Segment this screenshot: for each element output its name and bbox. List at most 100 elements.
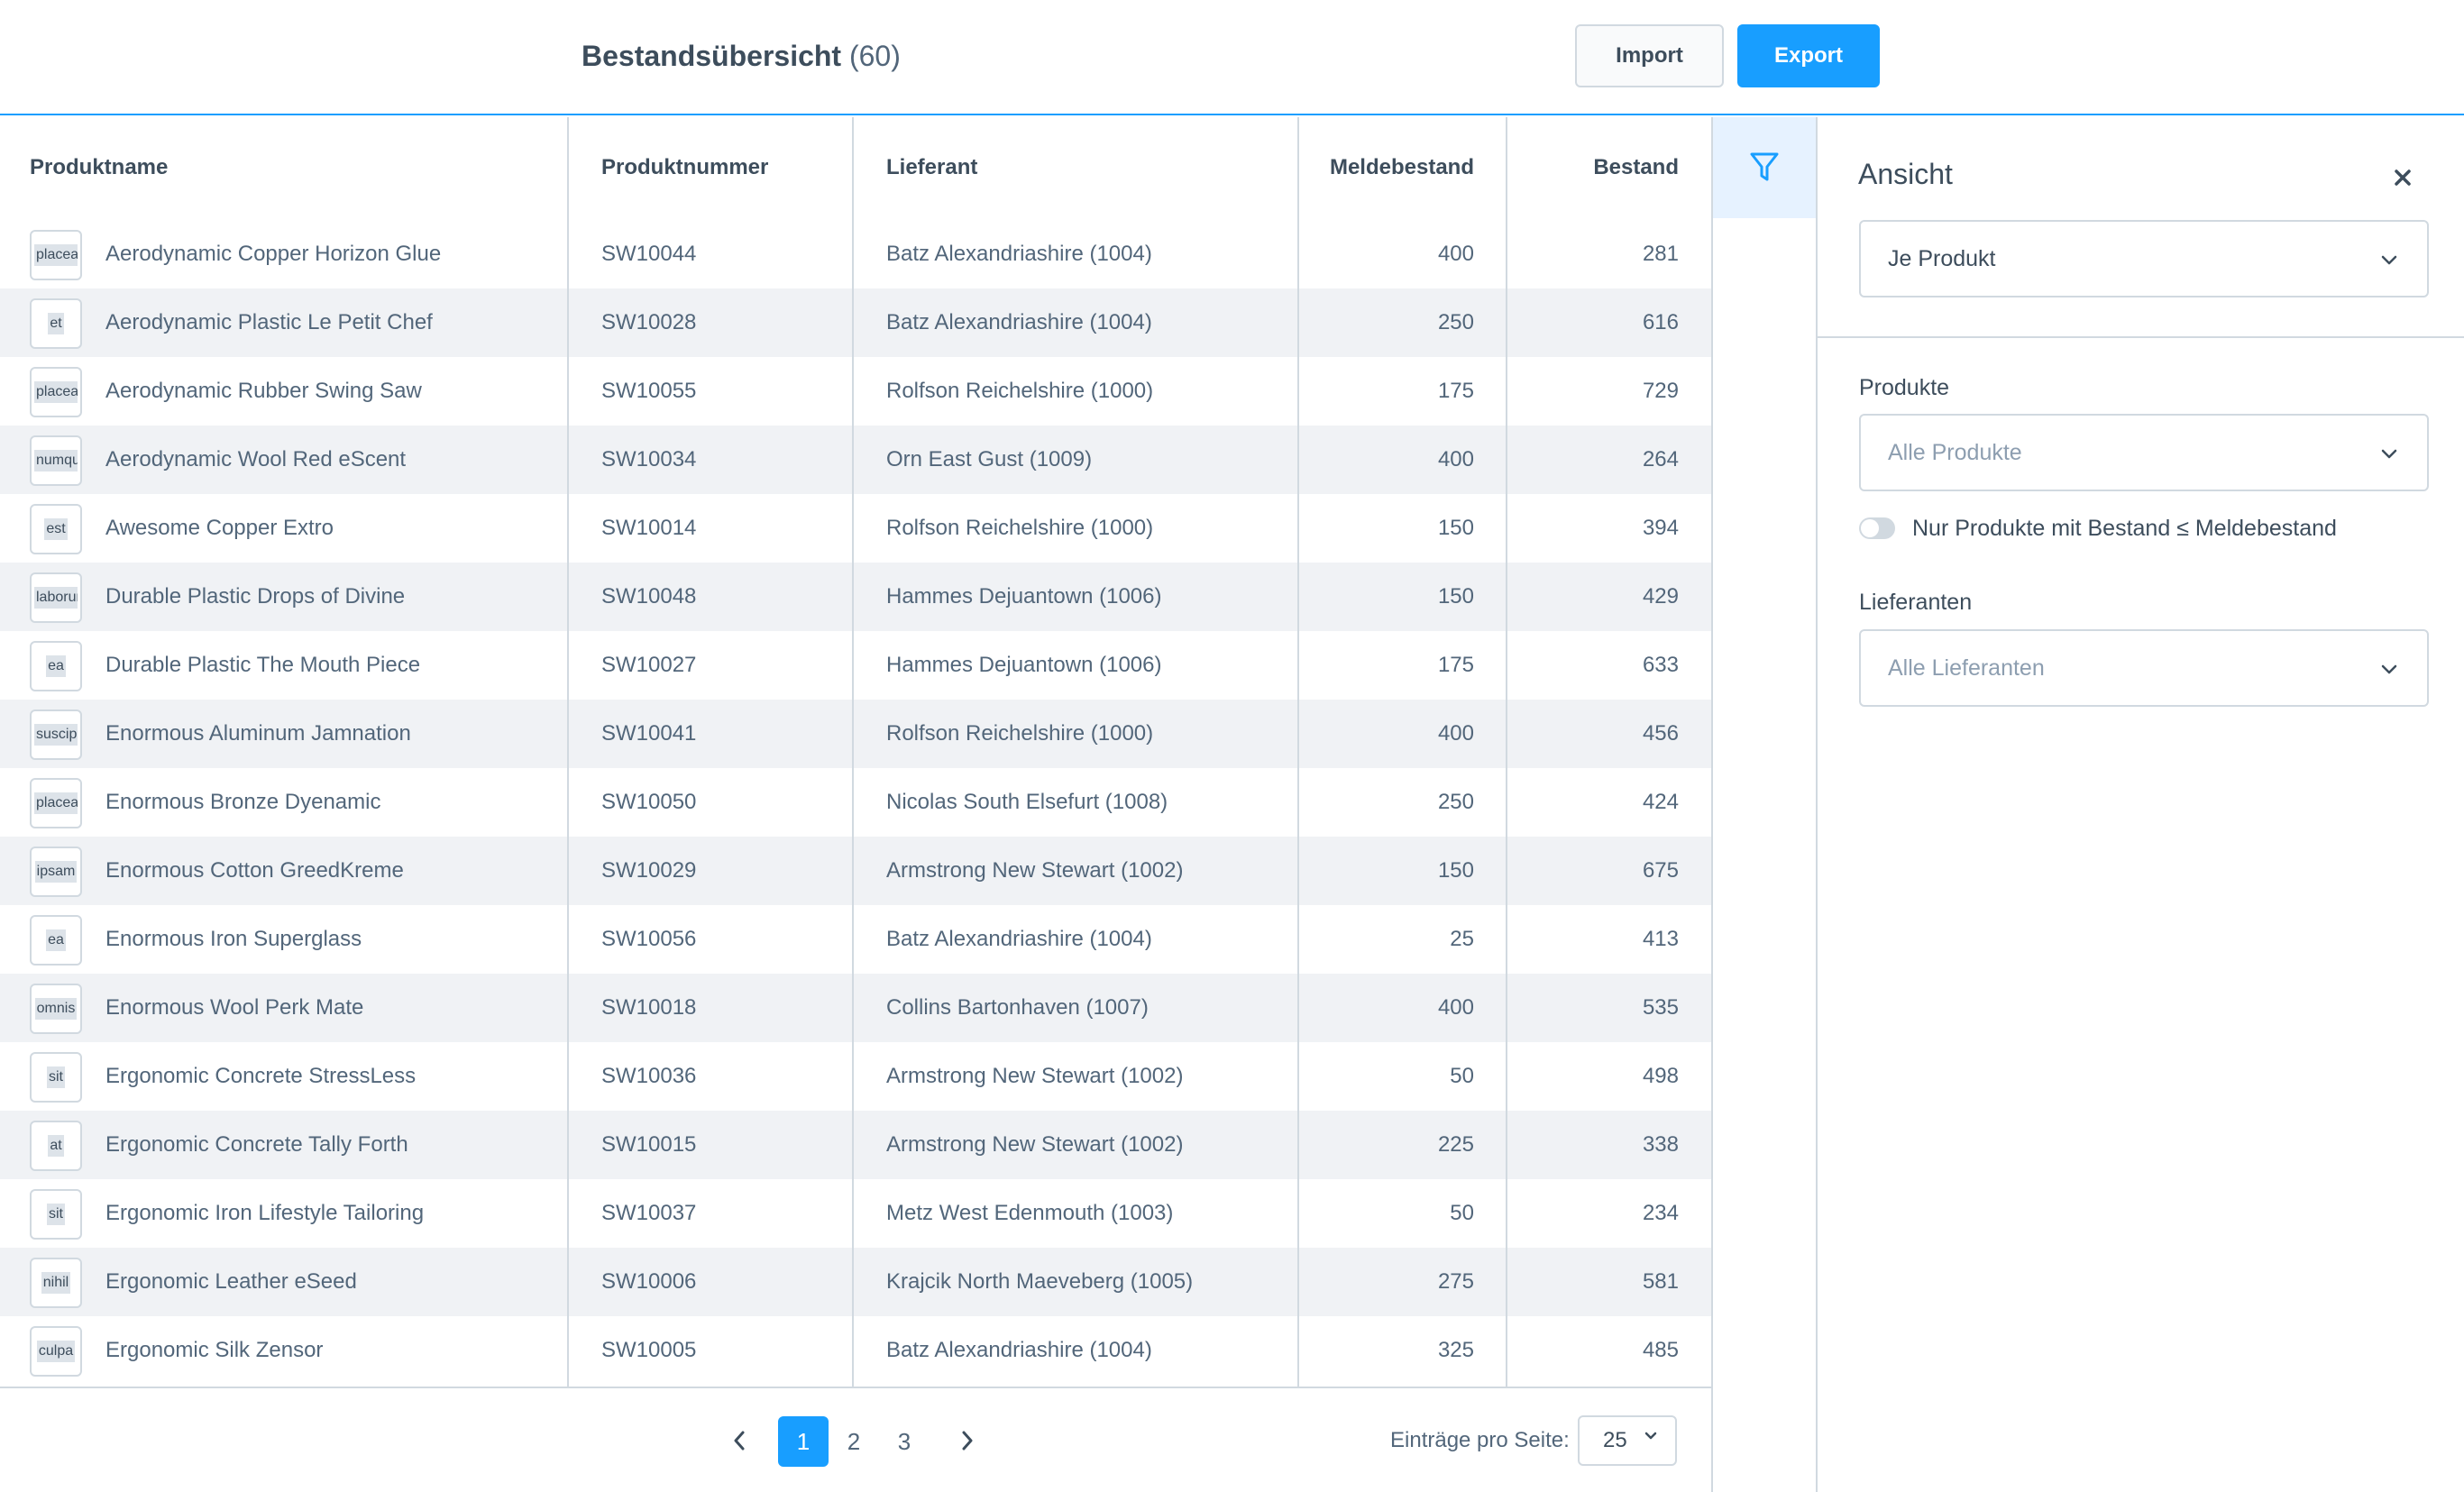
min-stock: 50	[1450, 1064, 1474, 1088]
product-thumbnail-text: sit	[47, 1204, 65, 1225]
low-stock-toggle-label: Nur Produkte mit Bestand ≤ Meldebestand	[1912, 516, 2337, 541]
product-name: Aerodynamic Plastic Le Petit Chef	[105, 310, 433, 334]
column-header-stock[interactable]: Bestand	[1507, 117, 1679, 218]
product-name: Enormous Iron Superglass	[105, 927, 362, 951]
supplier: Rolfson Reichelshire (1000)	[886, 379, 1154, 403]
product-number: SW10028	[601, 310, 697, 334]
product-thumbnail-text: ea	[46, 929, 66, 951]
per-page-label: Einträge pro Seite:	[1390, 1428, 1570, 1452]
product-thumbnail: ipsam	[30, 847, 82, 897]
table-row[interactable]: est Awesome Copper Extro SW10014 Rolfson Re…	[0, 494, 1711, 563]
stock-table: Produktname Produktnummer Lieferant Meld…	[0, 117, 1711, 1388]
min-stock: 325	[1437, 1338, 1474, 1362]
product-name: Ergonomic Concrete Tally Forth	[105, 1132, 408, 1157]
column-header-supplier[interactable]: Lieferant	[886, 117, 977, 218]
column-header-min-stock[interactable]: Meldebestand	[1298, 117, 1474, 218]
table-row[interactable]: placeat Aerodynamic Copper Horizon Glue SW…	[0, 220, 1711, 288]
column-divider	[852, 117, 854, 1388]
product-number: SW10041	[601, 721, 697, 746]
stock: 535	[1642, 995, 1679, 1020]
product-name: Aerodynamic Wool Red eScent	[105, 447, 407, 471]
product-number: SW10029	[601, 858, 697, 883]
min-stock: 250	[1437, 790, 1474, 814]
column-divider	[1297, 117, 1299, 1388]
page-button-3[interactable]: 3	[879, 1416, 930, 1467]
chevron-right-icon[interactable]	[947, 1417, 988, 1464]
close-icon[interactable]	[2380, 155, 2425, 200]
table-row[interactable]: placeat Aerodynamic Rubber Swing Saw SW100…	[0, 357, 1711, 426]
chevron-down-icon	[2381, 664, 2397, 674]
product-number: SW10050	[601, 790, 697, 814]
supplier: Krajcik North Maeveberg (1005)	[886, 1269, 1194, 1294]
table-row[interactable]: nihil Ergonomic Leather eSeed SW10006 Krajc…	[0, 1248, 1711, 1316]
page-button-1[interactable]: 1	[778, 1416, 829, 1467]
page-button-2[interactable]: 2	[829, 1416, 879, 1467]
product-thumbnail: suscipit	[30, 709, 82, 760]
product-name: Durable Plastic Drops of Divine	[105, 584, 406, 609]
min-stock: 400	[1437, 447, 1474, 471]
supplier: Rolfson Reichelshire (1000)	[886, 516, 1154, 540]
product-thumbnail-text: at	[48, 1135, 64, 1157]
product-name: Ergonomic Silk Zensor	[105, 1338, 324, 1362]
import-button[interactable]: Import	[1575, 24, 1724, 87]
per-page-select[interactable]: 25	[1578, 1415, 1677, 1466]
table-row[interactable]: sit Ergonomic Iron Lifestyle Tailoring SW1…	[0, 1179, 1711, 1248]
suppliers-select[interactable]: Alle Lieferanten	[1859, 629, 2429, 707]
product-thumbnail-text: est	[44, 518, 68, 540]
supplier: Batz Alexandriashire (1004)	[886, 310, 1152, 334]
view-mode-value: Je Produkt	[1888, 245, 1996, 271]
column-divider	[1506, 117, 1507, 1388]
stock: 498	[1642, 1064, 1679, 1088]
stock: 616	[1642, 310, 1679, 334]
product-number: SW10048	[601, 584, 697, 609]
column-header-product-name[interactable]: Produktname	[30, 117, 168, 218]
product-name: Enormous Aluminum Jamnation	[105, 721, 411, 746]
table-row[interactable]: ipsam Enormous Cotton GreedKreme SW10029 Ar…	[0, 837, 1711, 905]
stock: 429	[1642, 584, 1679, 609]
table-row[interactable]: at Ergonomic Concrete Tally Forth SW10015 A…	[0, 1111, 1711, 1179]
view-mode-select[interactable]: Je Produkt	[1859, 220, 2429, 297]
products-select[interactable]: Alle Produkte	[1859, 414, 2429, 491]
table-row[interactable]: numquam Aerodynamic Wool Red eScent SW1003…	[0, 426, 1711, 494]
product-name: Ergonomic Iron Lifestyle Tailoring	[105, 1201, 425, 1225]
table-row[interactable]: culpa Ergonomic Silk Zensor SW10005 Batz Al…	[0, 1316, 1711, 1385]
min-stock: 275	[1437, 1269, 1474, 1294]
product-thumbnail: omnis	[30, 984, 82, 1034]
filter-toggle-button[interactable]	[1713, 117, 1816, 218]
product-thumbnail-text: et	[48, 313, 64, 334]
supplier: Collins Bartonhaven (1007)	[886, 995, 1149, 1020]
stock: 264	[1642, 447, 1679, 471]
table-row[interactable]: omnis Enormous Wool Perk Mate SW10018 Colli…	[0, 974, 1711, 1042]
stock: 338	[1642, 1132, 1679, 1157]
page-title: Bestandsübersicht (60)	[582, 40, 901, 73]
product-thumbnail-text: laborum	[34, 587, 78, 609]
min-stock: 175	[1437, 379, 1474, 403]
stock: 456	[1642, 721, 1679, 746]
per-page-value: 25	[1603, 1428, 1627, 1452]
product-thumbnail: placeat	[30, 778, 82, 828]
low-stock-toggle[interactable]	[1859, 517, 1895, 539]
column-header-product-number[interactable]: Produktnummer	[601, 117, 768, 218]
stock: 281	[1642, 242, 1679, 266]
product-name: Enormous Wool Perk Mate	[105, 995, 364, 1020]
table-row[interactable]: laborum Durable Plastic Drops of Divine SW…	[0, 563, 1711, 631]
table-row[interactable]: et Aerodynamic Plastic Le Petit Chef SW100…	[0, 288, 1711, 357]
table-row[interactable]: placeat Enormous Bronze Dyenamic SW10050 Ni…	[0, 768, 1711, 837]
min-stock: 400	[1437, 995, 1474, 1020]
min-stock: 150	[1437, 516, 1474, 540]
product-count: (60)	[848, 40, 901, 72]
table-row[interactable]: suscipit Enormous Aluminum Jamnation SW100…	[0, 700, 1711, 768]
table-row[interactable]: ea Enormous Iron Superglass SW10056 Batz Al…	[0, 905, 1711, 974]
table-row[interactable]: ea Durable Plastic The Mouth Piece SW10027…	[0, 631, 1711, 700]
stock: 581	[1642, 1269, 1679, 1294]
min-stock: 150	[1437, 584, 1474, 609]
product-thumbnail-text: placeat	[34, 244, 78, 266]
supplier: Batz Alexandriashire (1004)	[886, 1338, 1152, 1362]
product-number: SW10005	[601, 1338, 697, 1362]
product-thumbnail: est	[30, 504, 82, 554]
chevron-left-icon[interactable]	[719, 1417, 760, 1464]
table-row[interactable]: sit Ergonomic Concrete StressLess SW10036 A…	[0, 1042, 1711, 1111]
export-button[interactable]: Export	[1737, 24, 1880, 87]
product-number: SW10015	[601, 1132, 697, 1157]
product-number: SW10014	[601, 516, 697, 540]
